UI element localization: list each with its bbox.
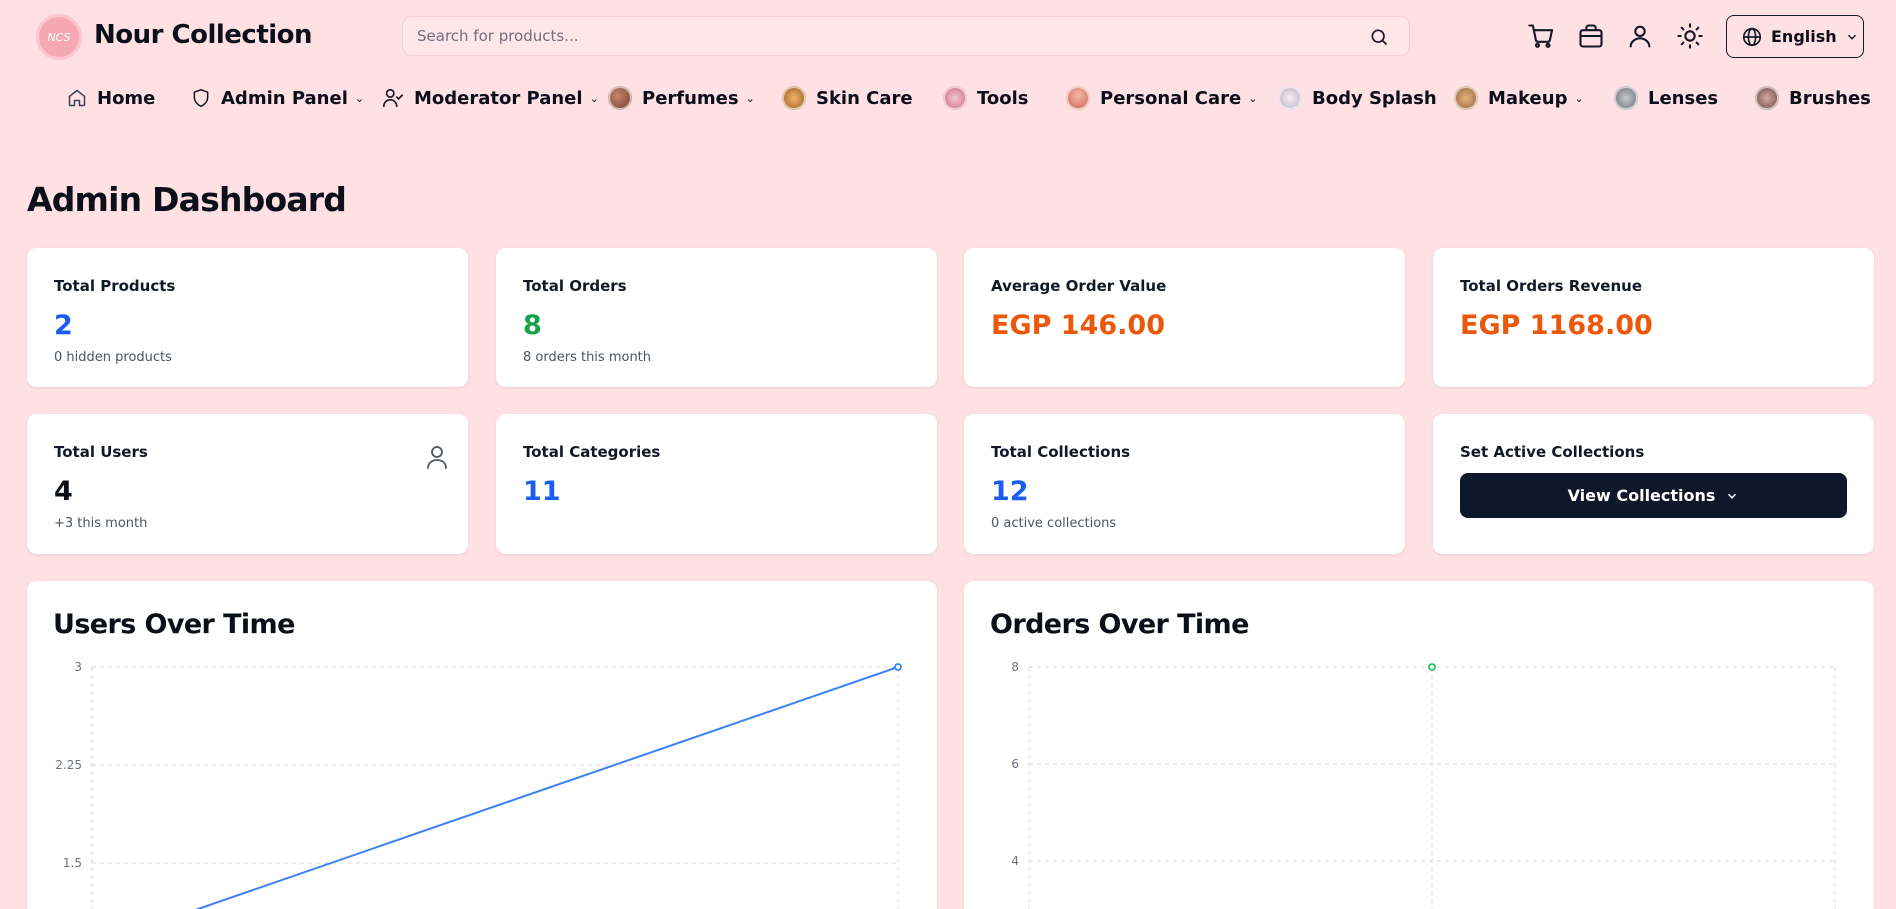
stat-label: Average Order Value: [991, 277, 1167, 295]
stat-card-total-categories: Total Categories 11: [496, 414, 937, 554]
stat-card-set-active-collections: Set Active Collections View Collections: [1433, 414, 1874, 554]
stat-value: 8: [523, 310, 542, 341]
stat-card-total-orders-revenue: Total Orders Revenue EGP 1168.00: [1433, 248, 1874, 387]
stat-card-total-collections: Total Collections 12 0 active collection…: [964, 414, 1405, 554]
chevron-down-icon: ⌄: [589, 91, 599, 105]
stat-label: Total Collections: [991, 443, 1131, 461]
chevron-down-icon: ⌄: [1574, 91, 1584, 105]
stat-label: Set Active Collections: [1460, 443, 1645, 461]
nav-item-perfumes[interactable]: Perfumes ⌄: [608, 78, 755, 118]
stat-card-average-order-value: Average Order Value EGP 146.00: [964, 248, 1405, 387]
view-collections-label: View Collections: [1567, 486, 1716, 505]
stat-subtext: +3 this month: [54, 516, 148, 531]
nav-item-home[interactable]: Home: [67, 78, 155, 118]
chevron-down-icon: [1728, 493, 1737, 499]
bag-icon[interactable]: [1577, 22, 1605, 50]
nav-label: Brushes: [1789, 87, 1871, 109]
stat-label: Total Products: [54, 277, 176, 295]
brand-logo[interactable]: NCS: [36, 14, 82, 60]
y-tick-label: 6: [1011, 757, 1019, 771]
stat-card-total-users: Total Users 4 +3 this month: [27, 414, 468, 554]
nav-item-makeup[interactable]: Makeup ⌄: [1454, 78, 1584, 118]
y-tick-label: 2.25: [55, 758, 82, 772]
y-tick-label: 4: [1011, 854, 1019, 868]
stat-label: Total Orders Revenue: [1460, 277, 1643, 295]
nav-label: Moderator Panel: [414, 87, 583, 109]
stat-card-total-orders: Total Orders 8 8 orders this month: [496, 248, 937, 387]
nav-label: Tools: [977, 87, 1029, 109]
user-check-icon: [383, 88, 403, 108]
users-over-time-chart: 3 2.25 1.5: [55, 660, 902, 909]
data-point: [894, 663, 902, 671]
stat-value: EGP 1168.00: [1460, 310, 1653, 341]
users-over-time-card: Users Over Time 3 2.25 1.5: [27, 581, 937, 909]
nav-item-body-splash[interactable]: Body Splash: [1278, 78, 1437, 118]
nav-item-tools[interactable]: Tools: [943, 78, 1029, 118]
view-collections-button[interactable]: View Collections: [1460, 473, 1847, 518]
shield-icon: [193, 88, 209, 108]
stat-label: Total Users: [54, 443, 148, 461]
top-header: NCS Nour Collection English: [0, 0, 1896, 72]
language-label: English: [1771, 27, 1837, 46]
nav-label: Makeup: [1488, 87, 1568, 109]
search-bar: [402, 16, 1410, 56]
nav-label: Lenses: [1648, 87, 1719, 109]
stat-value: 4: [54, 476, 73, 507]
nav-label: Skin Care: [816, 87, 913, 109]
stat-subtext: 8 orders this month: [523, 350, 652, 365]
stat-value: 12: [991, 476, 1029, 507]
nav-item-admin-panel[interactable]: Admin Panel ⌄: [191, 78, 364, 118]
stat-card-total-products: Total Products 2 0 hidden products: [27, 248, 468, 387]
brushes-thumbnail: [1755, 86, 1779, 110]
chevron-down-icon: ⌄: [354, 91, 365, 105]
search-icon[interactable]: [1369, 27, 1389, 47]
perfumes-thumbnail: [608, 86, 632, 110]
search-input[interactable]: [417, 17, 1357, 55]
language-selector[interactable]: English: [1726, 15, 1864, 58]
orders-over-time-chart: 8 6 4: [1011, 660, 1836, 909]
stat-subtext: 0 hidden products: [54, 350, 172, 365]
globe-icon: [1742, 27, 1762, 46]
stat-value: EGP 146.00: [991, 310, 1165, 341]
page-title: Admin Dashboard: [27, 180, 347, 219]
nav-item-moderator-panel[interactable]: Moderator Panel ⌄: [382, 78, 599, 118]
y-tick-label: 3: [74, 660, 82, 674]
stat-value: 11: [523, 476, 561, 507]
nav-label: Home: [97, 87, 156, 109]
tools-thumbnail: [943, 86, 967, 110]
brand-name[interactable]: Nour Collection: [94, 20, 313, 50]
nav-item-lenses[interactable]: Lenses: [1614, 78, 1718, 118]
nav-item-brushes[interactable]: Brushes: [1755, 78, 1871, 118]
stat-value: 2: [54, 310, 73, 341]
nav-label: Personal Care: [1100, 87, 1242, 109]
nav-item-skin-care[interactable]: Skin Care: [782, 78, 913, 118]
nav-label: Admin Panel: [221, 87, 348, 109]
lenses-thumbnail: [1614, 86, 1638, 110]
data-point: [1428, 663, 1436, 671]
cart-icon[interactable]: [1527, 22, 1555, 50]
series-line: [194, 666, 899, 909]
nav-label: Body Splash: [1312, 87, 1437, 109]
stat-label: Total Orders: [523, 277, 627, 295]
personal-care-thumbnail: [1066, 86, 1090, 110]
logo-text: NCS: [47, 30, 71, 44]
nav-label: Perfumes: [642, 87, 739, 109]
orders-over-time-card: Orders Over Time 864: [964, 581, 1874, 909]
stat-label: Total Categories: [523, 443, 661, 461]
body-splash-thumbnail: [1278, 86, 1302, 110]
chevron-down-icon: [1847, 34, 1856, 40]
stat-subtext: 0 active collections: [991, 516, 1117, 531]
category-nav: Home Admin Panel ⌄ Moderator Panel ⌄ Per…: [0, 78, 1896, 118]
makeup-thumbnail: [1454, 86, 1478, 110]
skin-care-thumbnail: [782, 86, 806, 110]
nav-item-personal-care[interactable]: Personal Care ⌄: [1066, 78, 1257, 118]
chevron-down-icon: ⌄: [1248, 91, 1258, 105]
sun-icon[interactable]: [1676, 22, 1704, 50]
user-icon[interactable]: [1626, 22, 1654, 50]
y-tick-label: 8: [1011, 660, 1019, 674]
chevron-down-icon: ⌄: [745, 91, 755, 105]
user-icon: [427, 446, 447, 469]
y-tick-label: 1.5: [63, 856, 82, 870]
home-icon: [68, 89, 86, 107]
